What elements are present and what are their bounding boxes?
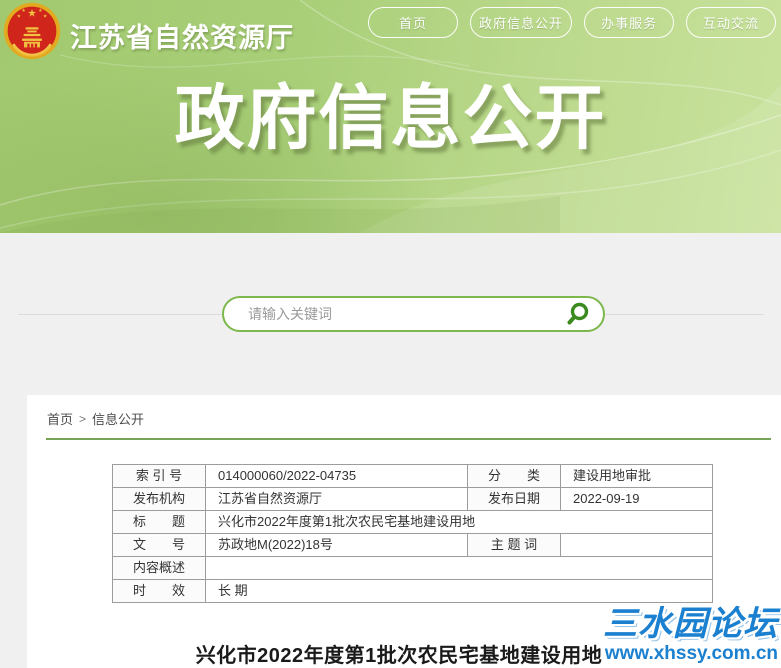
meta-value-validity: 长 期 — [205, 579, 713, 603]
table-row: 内容概述 — [112, 556, 713, 580]
search-box — [222, 296, 605, 332]
meta-value-pub-date: 2022-09-19 — [560, 487, 713, 511]
main-nav: 首页 政府信息公开 办事服务 互动交流 — [367, 7, 776, 38]
site-header: 江苏省自然资源厅 首页 政府信息公开 办事服务 互动交流 政府信息公开 — [0, 0, 781, 233]
nav-interaction[interactable]: 互动交流 — [686, 7, 776, 38]
meta-label-index-no: 索 引 号 — [112, 464, 206, 488]
breadcrumb: 首页 > 信息公开 — [27, 395, 781, 428]
watermark-site-name: 三水园论坛 — [603, 605, 778, 643]
top-bar: 江苏省自然资源厅 首页 政府信息公开 办事服务 互动交流 — [0, 0, 781, 64]
meta-label-doc-no: 文 号 — [112, 533, 206, 557]
meta-label-summary: 内容概述 — [112, 556, 206, 580]
nav-home[interactable]: 首页 — [367, 7, 458, 38]
table-row: 文 号 苏政地M(2022)18号 主 题 词 — [112, 533, 713, 557]
breadcrumb-home-link[interactable]: 首页 — [47, 409, 73, 428]
meta-label-validity: 时 效 — [112, 579, 206, 603]
banner-title: 政府信息公开 — [174, 79, 607, 157]
national-emblem-logo[interactable] — [2, 1, 62, 61]
search-input[interactable] — [224, 298, 563, 330]
page: 江苏省自然资源厅 首页 政府信息公开 办事服务 互动交流 政府信息公开 请输入关… — [0, 0, 781, 668]
table-row: 发布机构 江苏省自然资源厅 发布日期 2022-09-19 — [112, 487, 713, 511]
meta-value-publisher: 江苏省自然资源厅 — [205, 487, 468, 511]
search-icon — [565, 301, 591, 327]
site-title[interactable]: 江苏省自然资源厅 — [70, 16, 294, 55]
nav-services[interactable]: 办事服务 — [584, 7, 674, 38]
meta-value-summary — [205, 556, 713, 580]
search-section — [0, 233, 781, 395]
search-button[interactable] — [563, 298, 603, 330]
meta-value-title: 兴化市2022年度第1批次农民宅基地建设用地 — [205, 510, 713, 534]
breadcrumb-underline — [46, 438, 771, 440]
document-meta-table: 索 引 号 014000060/2022-04735 分 类 建设用地审批 发布… — [112, 464, 713, 603]
meta-value-keywords — [560, 533, 713, 557]
table-row: 时 效 长 期 — [112, 579, 713, 603]
forum-watermark: 三水园论坛 www.xhssy.com.cn — [603, 607, 778, 663]
meta-value-category: 建设用地审批 — [560, 464, 713, 488]
meta-label-keywords: 主 题 词 — [467, 533, 561, 557]
table-row: 标 题 兴化市2022年度第1批次农民宅基地建设用地 — [112, 510, 713, 534]
meta-label-pub-date: 发布日期 — [467, 487, 561, 511]
breadcrumb-separator: > — [79, 411, 87, 426]
watermark-site-url: www.xhssy.com.cn — [604, 643, 778, 664]
table-row: 索 引 号 014000060/2022-04735 分 类 建设用地审批 — [112, 464, 713, 488]
breadcrumb-current-link[interactable]: 信息公开 — [92, 409, 144, 428]
meta-label-publisher: 发布机构 — [112, 487, 206, 511]
meta-value-index-no: 014000060/2022-04735 — [205, 464, 468, 488]
nav-gov-info-disclosure[interactable]: 政府信息公开 — [469, 7, 572, 38]
meta-label-title: 标 题 — [112, 510, 206, 534]
meta-label-category: 分 类 — [467, 464, 561, 488]
meta-value-doc-no: 苏政地M(2022)18号 — [205, 533, 468, 557]
